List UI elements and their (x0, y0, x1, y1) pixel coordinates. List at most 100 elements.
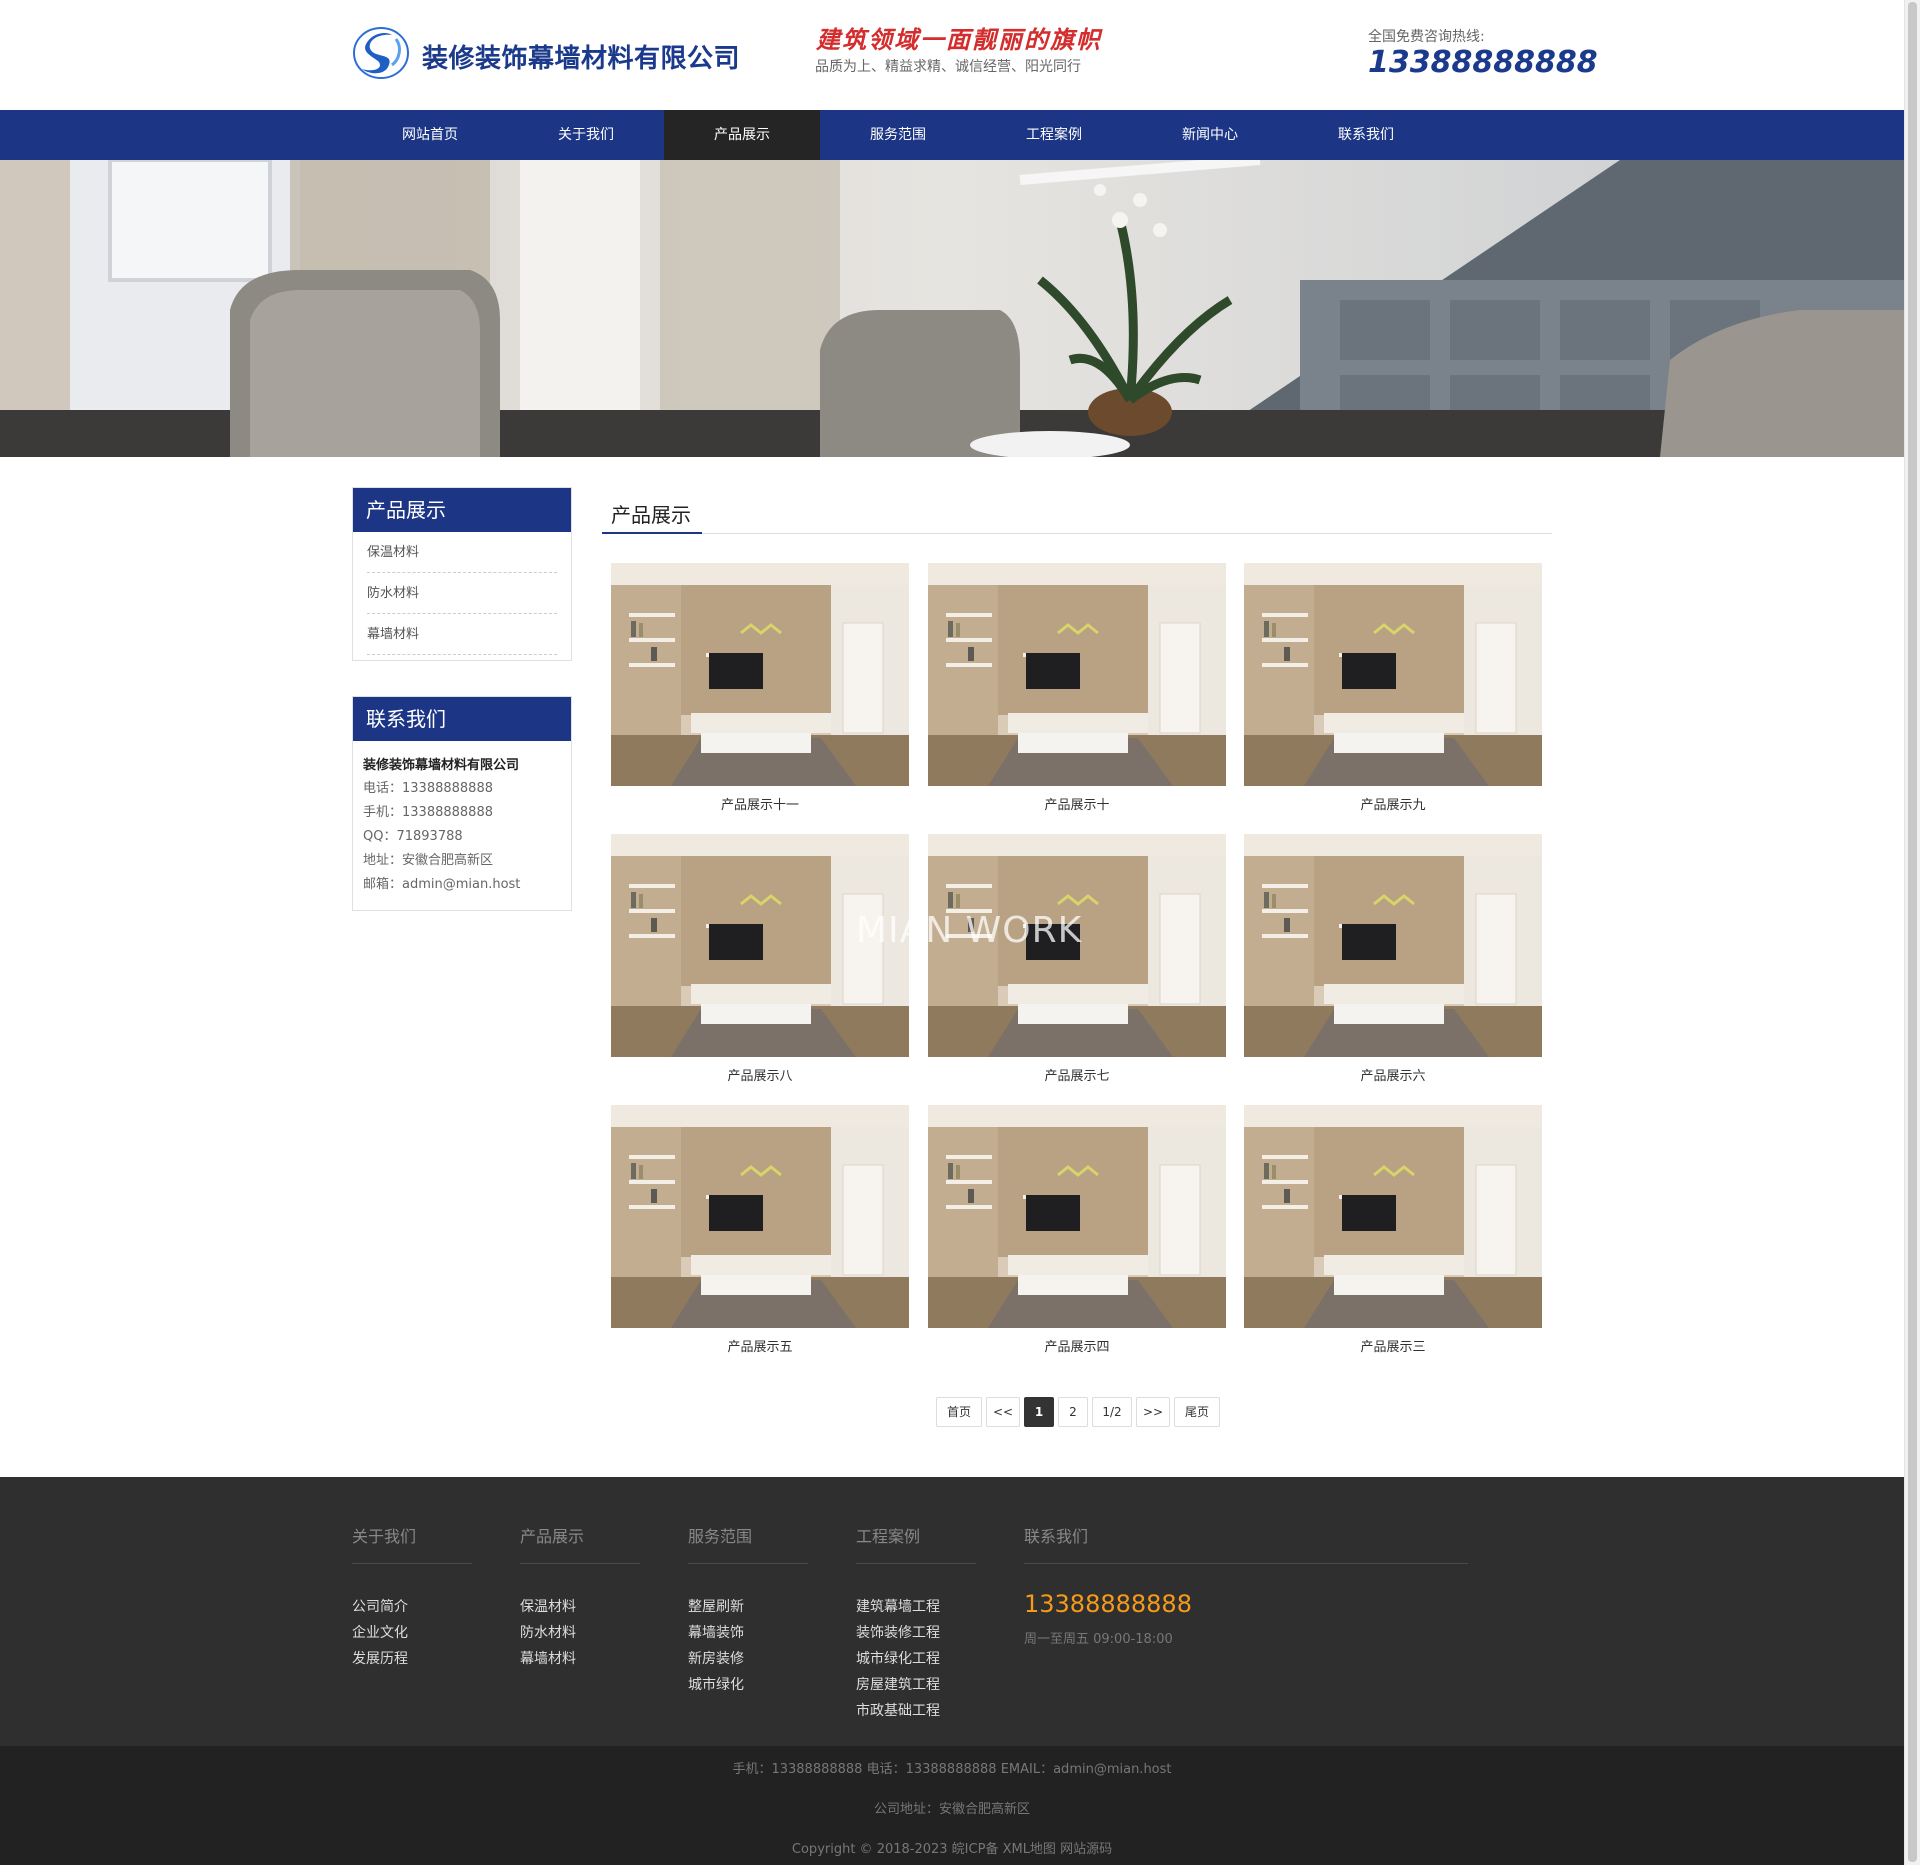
nav-item-about[interactable]: 关于我们 (508, 110, 664, 160)
nav-item-contact[interactable]: 联系我们 (1288, 110, 1444, 160)
footer-link[interactable]: 保温材料 (520, 1594, 640, 1620)
pagination-prev[interactable]: << (986, 1397, 1020, 1427)
footer-link[interactable]: 城市绿化 (688, 1672, 808, 1698)
watermark: MIAN WORK (856, 910, 1083, 951)
hero-banner (0, 160, 1904, 457)
footer-link[interactable]: 企业文化 (352, 1620, 472, 1646)
product-card[interactable]: 产品展示十 (928, 563, 1226, 813)
product-card[interactable]: 产品展示三 (1244, 1105, 1542, 1355)
product-image[interactable] (1244, 834, 1542, 1057)
product-image[interactable] (1244, 1105, 1542, 1328)
sidebar-item-waterproof[interactable]: 防水材料 (367, 573, 557, 614)
footer-link[interactable]: 建筑幕墙工程 (856, 1594, 976, 1620)
sidebar-item-curtain-wall[interactable]: 幕墙材料 (367, 614, 557, 655)
product-card[interactable]: 产品展示八 (611, 834, 909, 1084)
pagination-page-2[interactable]: 2 (1058, 1397, 1088, 1427)
sidebar-products: 产品展示 保温材料 防水材料 幕墙材料 (352, 487, 572, 661)
footer-col-title[interactable]: 服务范围 (688, 1523, 808, 1563)
contact-address: 地址：安徽合肥高新区 (363, 853, 494, 868)
footer-link[interactable]: 市政基础工程 (856, 1698, 976, 1724)
footer-link[interactable]: 装饰装修工程 (856, 1620, 976, 1646)
footer-hours: 周一至周五 09:00-18:00 (1024, 1632, 1173, 1647)
hotline-label: 全国免费咨询热线: (1368, 29, 1485, 45)
slogan: 建筑领域一面靓丽的旗帜 (816, 25, 1102, 54)
footer-col-title[interactable]: 联系我们 (1024, 1523, 1468, 1563)
footer-phone: 13388888888 (1024, 1590, 1192, 1618)
footer-link[interactable]: 整屋刷新 (688, 1594, 808, 1620)
site-footer: 关于我们 公司简介 企业文化 发展历程 产品展示 保温材料 防水材料 幕墙材料 … (0, 1477, 1904, 1746)
sidebar-contact-title: 联系我们 (353, 697, 571, 741)
product-image[interactable] (1244, 563, 1542, 786)
product-caption[interactable]: 产品展示五 (611, 1336, 909, 1355)
product-caption[interactable]: 产品展示十一 (611, 794, 909, 813)
footer-link[interactable]: 房屋建筑工程 (856, 1672, 976, 1698)
product-caption[interactable]: 产品展示六 (1244, 1065, 1542, 1084)
product-image[interactable] (611, 563, 909, 786)
banner-image (0, 160, 1904, 457)
footer-link[interactable]: 防水材料 (520, 1620, 640, 1646)
company-name[interactable]: 装修装饰幕墙材料有限公司 (422, 38, 740, 75)
scrollbar-thumb[interactable] (1908, 2, 1917, 1862)
product-caption[interactable]: 产品展示七 (928, 1065, 1226, 1084)
footer-copyright-line[interactable]: Copyright © 2018-2023 皖ICP备 XML地图 网站源码 (0, 1838, 1904, 1857)
footer-link[interactable]: 发展历程 (352, 1646, 472, 1672)
product-card[interactable]: 产品展示七 (928, 834, 1226, 1084)
contact-company: 装修装饰幕墙材料有限公司 (363, 758, 520, 773)
pagination-first[interactable]: 首页 (936, 1397, 982, 1427)
contact-qq: QQ：71893788 (363, 829, 463, 844)
footer-col-services: 服务范围 整屋刷新 幕墙装饰 新房装修 城市绿化 (688, 1523, 808, 1698)
section-title: 产品展示 (602, 484, 1552, 534)
footer-address-line: 公司地址：安徽合肥高新区 (873, 1802, 1030, 1817)
product-card[interactable]: 产品展示十一 (611, 563, 909, 813)
product-card[interactable]: 产品展示四 (928, 1105, 1226, 1355)
nav-item-services[interactable]: 服务范围 (820, 110, 976, 160)
product-caption[interactable]: 产品展示四 (928, 1336, 1226, 1355)
product-image[interactable] (928, 1105, 1226, 1328)
pagination-page-1[interactable]: 1 (1024, 1397, 1054, 1427)
footer-link[interactable]: 新房装修 (688, 1646, 808, 1672)
sidebar-contact: 联系我们 装修装饰幕墙材料有限公司 电话：13388888888 手机：1338… (352, 696, 572, 911)
product-caption[interactable]: 产品展示九 (1244, 794, 1542, 813)
product-image[interactable] (928, 563, 1226, 786)
swirl-logo-icon[interactable] (352, 25, 410, 80)
product-card[interactable]: 产品展示六 (1244, 834, 1542, 1084)
product-caption[interactable]: 产品展示十 (928, 794, 1226, 813)
pagination-last[interactable]: 尾页 (1174, 1397, 1220, 1427)
nav-item-home[interactable]: 网站首页 (352, 110, 508, 160)
footer-col-products: 产品展示 保温材料 防水材料 幕墙材料 (520, 1523, 640, 1672)
footer-col-title[interactable]: 关于我们 (352, 1523, 472, 1563)
product-image[interactable] (611, 1105, 909, 1328)
nav-item-cases[interactable]: 工程案例 (976, 110, 1132, 160)
nav-item-news[interactable]: 新闻中心 (1132, 110, 1288, 160)
page: 装修装饰幕墙材料有限公司 建筑领域一面靓丽的旗帜 品质为上、精益求精、诚信经营、… (0, 0, 1920, 1865)
sidebar-products-title: 产品展示 (353, 488, 571, 532)
contact-email: 邮箱：admin@mian.host (363, 877, 521, 892)
footer-bottom-bar: 手机：13388888888 电话：13388888888 EMAIL：admi… (0, 1746, 1904, 1865)
contact-phone: 电话：13388888888 (363, 781, 493, 796)
product-card[interactable]: 产品展示五 (611, 1105, 909, 1355)
nav-item-products[interactable]: 产品展示 (664, 110, 820, 160)
product-caption[interactable]: 产品展示八 (611, 1065, 909, 1084)
contact-mobile: 手机：13388888888 (363, 805, 493, 820)
pagination-info: 1/2 (1092, 1397, 1132, 1427)
footer-link[interactable]: 城市绿化工程 (856, 1646, 976, 1672)
product-caption[interactable]: 产品展示三 (1244, 1336, 1542, 1355)
footer-link[interactable]: 公司简介 (352, 1594, 472, 1620)
footer-col-contact: 联系我们 13388888888 周一至周五 09:00-18:00 (1024, 1523, 1468, 1647)
section-title-underline (602, 532, 702, 534)
footer-col-title[interactable]: 工程案例 (856, 1523, 976, 1563)
product-card[interactable]: 产品展示九 (1244, 563, 1542, 813)
footer-link[interactable]: 幕墙装饰 (688, 1620, 808, 1646)
vertical-scrollbar[interactable] (1904, 0, 1920, 1865)
site-header: 装修装饰幕墙材料有限公司 建筑领域一面靓丽的旗帜 品质为上、精益求精、诚信经营、… (0, 0, 1904, 110)
section-title-text: 产品展示 (611, 503, 691, 527)
hotline-number: 13388888888 (1368, 45, 1598, 80)
footer-contact-line: 手机：13388888888 电话：13388888888 EMAIL：admi… (732, 1762, 1172, 1777)
footer-col-cases: 工程案例 建筑幕墙工程 装饰装修工程 城市绿化工程 房屋建筑工程 市政基础工程 (856, 1523, 976, 1724)
sidebar-item-insulation[interactable]: 保温材料 (367, 532, 557, 573)
footer-col-about: 关于我们 公司简介 企业文化 发展历程 (352, 1523, 472, 1672)
pagination-next[interactable]: >> (1136, 1397, 1170, 1427)
slogan-subtitle: 品质为上、精益求精、诚信经营、阳光同行 (815, 59, 1081, 75)
footer-link[interactable]: 幕墙材料 (520, 1646, 640, 1672)
footer-col-title[interactable]: 产品展示 (520, 1523, 640, 1563)
